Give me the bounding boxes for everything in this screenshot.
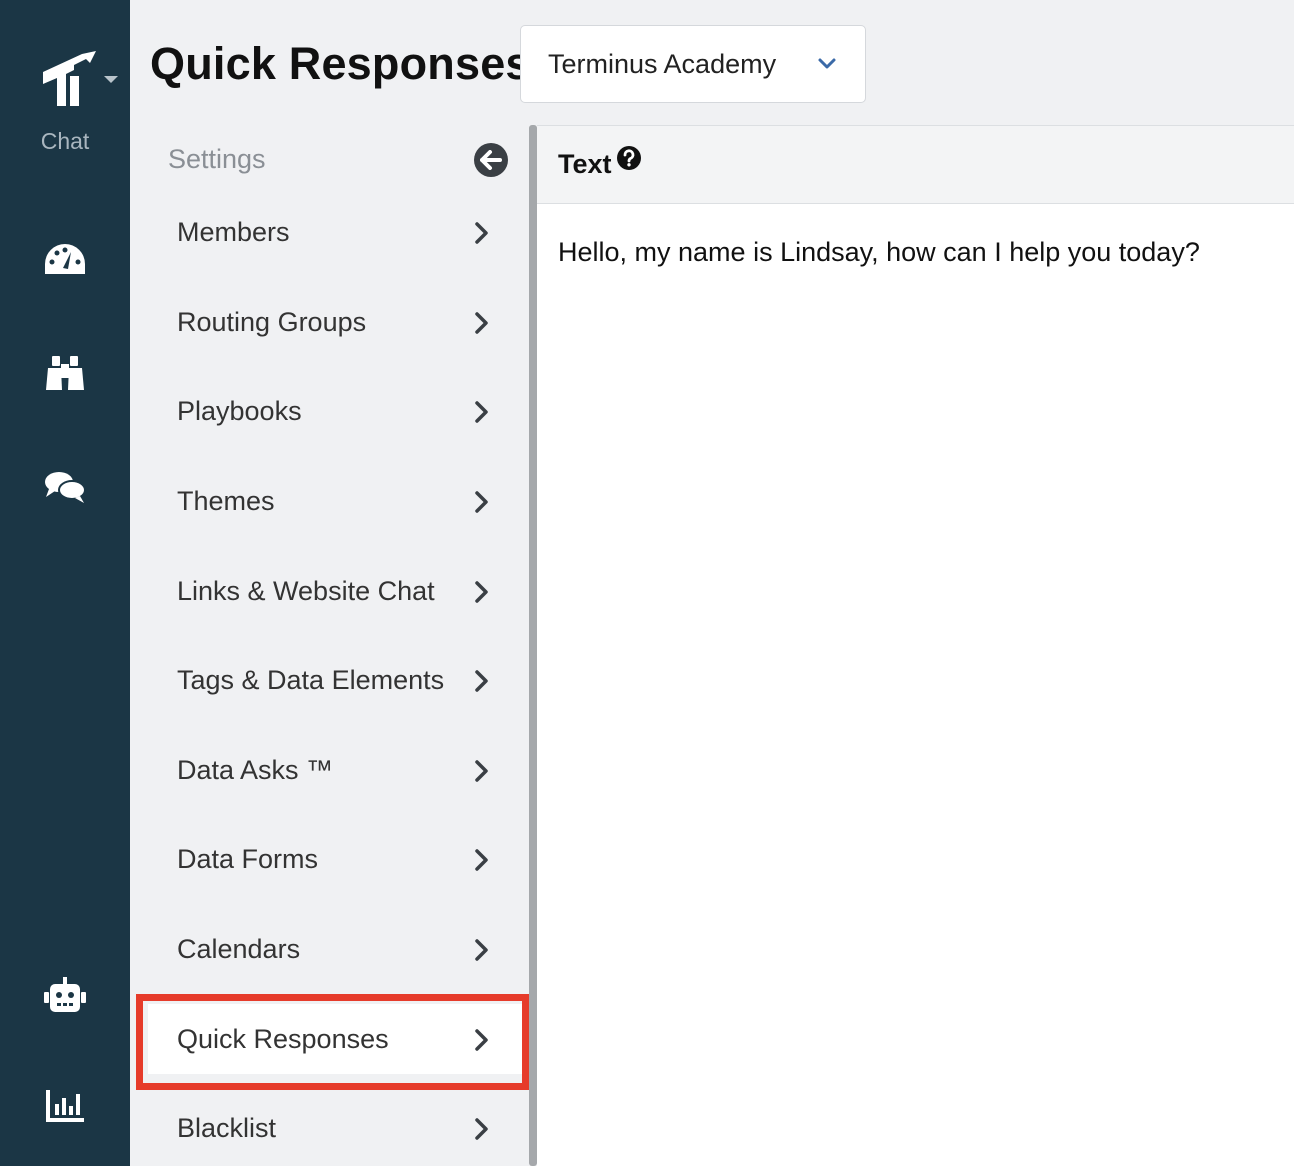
settings-item-label: Calendars: [177, 933, 301, 964]
app-label: Chat: [40, 128, 90, 154]
robot-icon[interactable]: [43, 973, 87, 1017]
chevron-right-icon: [475, 581, 488, 603]
chevron-down-icon: [104, 76, 118, 83]
settings-item-label: Links & Website Chat: [177, 575, 435, 606]
chevron-right-icon: [475, 1029, 488, 1051]
settings-item-themes[interactable]: Themes: [148, 466, 530, 536]
column-header-label: Text: [558, 149, 612, 179]
chevron-right-icon: [475, 401, 488, 423]
chevron-right-icon: [475, 760, 488, 782]
back-button[interactable]: [474, 143, 508, 177]
quick-responses-panel: Text Hello, my name is Lindsay, how can …: [537, 125, 1294, 1166]
settings-item-label: Tags & Data Elements: [177, 664, 445, 695]
chevron-right-icon: [475, 670, 488, 692]
settings-item-label: Routing Groups: [177, 306, 367, 337]
chevron-right-icon: [475, 312, 488, 334]
settings-item-label: Data Asks ™: [177, 754, 334, 785]
chevron-right-icon: [475, 849, 488, 871]
settings-item-data-forms[interactable]: Data Forms: [148, 824, 530, 894]
arrow-left-icon: [480, 150, 502, 170]
settings-item-links-website-chat[interactable]: Links & Website Chat: [148, 556, 530, 626]
settings-title: Settings: [168, 143, 266, 174]
settings-item-calendars[interactable]: Calendars: [148, 914, 530, 984]
column-header: Text: [537, 126, 1294, 204]
settings-item-data-asks[interactable]: Data Asks ™: [148, 735, 530, 805]
settings-item-label: Themes: [177, 485, 275, 516]
settings-item-blacklist[interactable]: Blacklist: [148, 1093, 530, 1163]
settings-item-label: Blacklist: [177, 1112, 277, 1143]
chevron-down-icon: [818, 58, 836, 69]
settings-item-quick-responses[interactable]: Quick Responses: [148, 1004, 530, 1074]
settings-item-label: Data Forms: [177, 843, 319, 874]
quick-response-text: Hello, my name is Lindsay, how can I hel…: [558, 237, 1200, 267]
settings-header: Settings: [148, 125, 530, 193]
settings-item-routing-groups[interactable]: Routing Groups: [148, 287, 530, 357]
dashboard-icon[interactable]: [43, 238, 87, 282]
chevron-right-icon: [475, 939, 488, 961]
page-title: Quick Responses: [150, 38, 531, 89]
chevron-right-icon: [475, 491, 488, 513]
chevron-right-icon: [475, 1118, 488, 1140]
settings-item-playbooks[interactable]: Playbooks: [148, 376, 530, 446]
settings-item-tags-data-elements[interactable]: Tags & Data Elements: [148, 645, 530, 715]
question-circle-icon[interactable]: [616, 145, 642, 171]
settings-item-label: Quick Responses: [177, 1023, 389, 1054]
settings-item-members[interactable]: Members: [148, 197, 530, 267]
settings-item-label: Playbooks: [177, 395, 302, 426]
binoculars-icon[interactable]: [43, 351, 87, 395]
organization-select-value: Terminus Academy: [548, 48, 777, 79]
table-row[interactable]: Hello, my name is Lindsay, how can I hel…: [537, 204, 1294, 301]
chat-icon[interactable]: [43, 465, 87, 509]
left-rail: Chat: [0, 0, 130, 1166]
logo-icon[interactable]: [40, 50, 120, 110]
panel-divider[interactable]: [529, 125, 537, 1166]
organization-select[interactable]: Terminus Academy: [520, 25, 866, 103]
bar-chart-icon[interactable]: [43, 1084, 87, 1128]
settings-menu: Settings Members Routing Groups Playbook…: [130, 125, 530, 1166]
settings-item-label: Members: [177, 216, 290, 247]
chevron-right-icon: [475, 222, 488, 244]
